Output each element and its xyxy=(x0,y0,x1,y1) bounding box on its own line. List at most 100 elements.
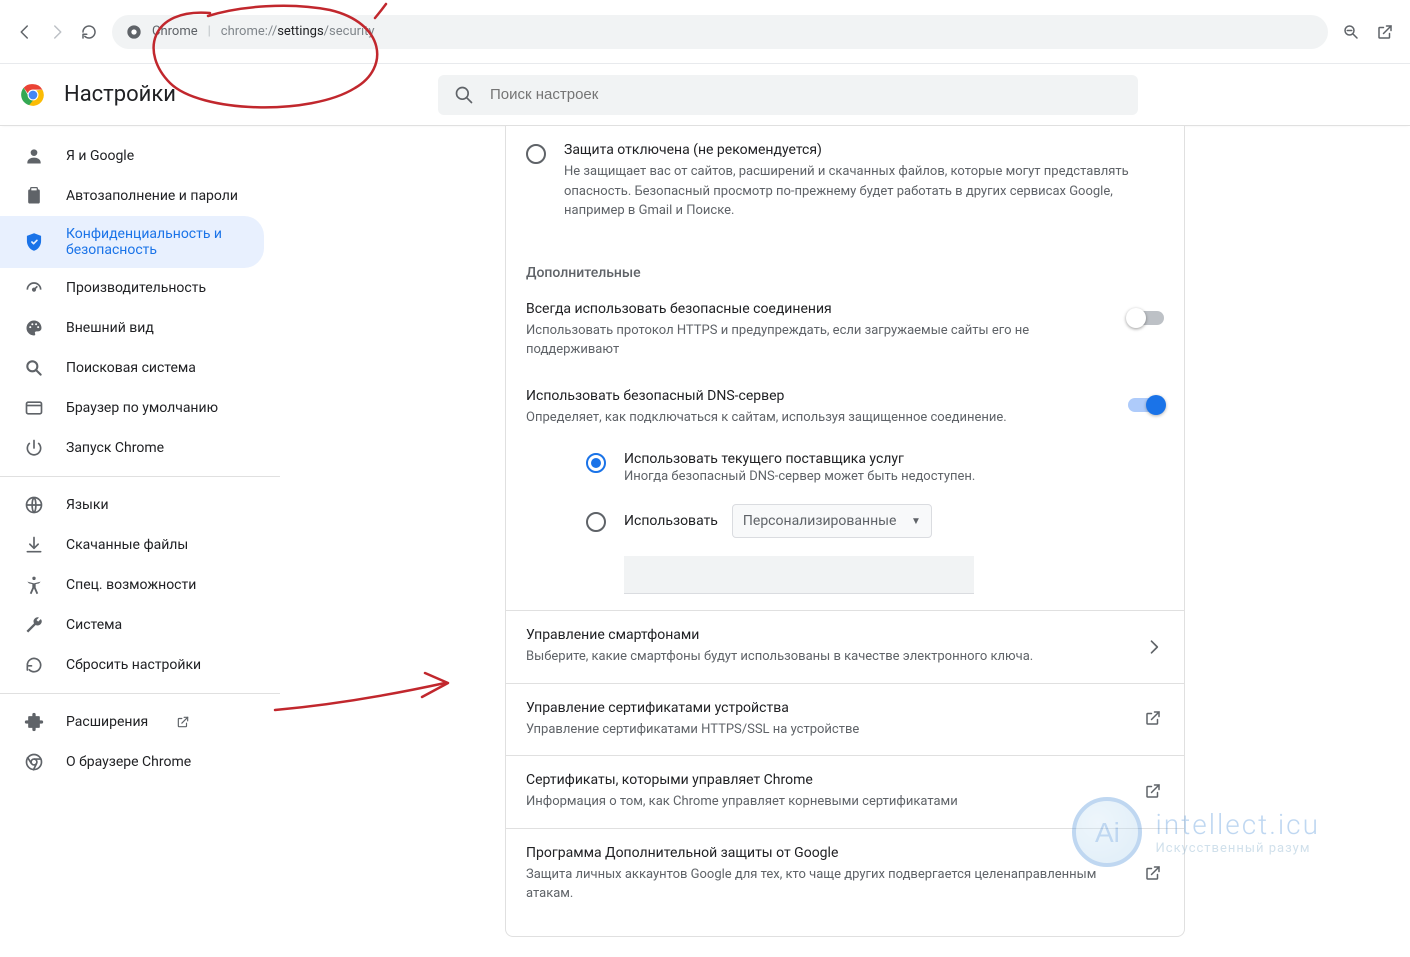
external-link-icon xyxy=(176,715,190,729)
sidebar-item-you-and-google[interactable]: Я и Google xyxy=(0,136,264,176)
sidebar-item-reset[interactable]: Сбросить настройки xyxy=(0,645,264,685)
sidebar-item-accessibility[interactable]: Спец. возможности xyxy=(0,565,264,605)
external-link-icon xyxy=(1144,864,1164,884)
address-bar[interactable]: Chrome | chrome://settings/security xyxy=(112,15,1328,49)
sidebar-item-performance[interactable]: Производительность xyxy=(0,268,264,308)
page-title: Настройки xyxy=(64,82,424,107)
row-description: Информация о том, как Chrome управляет к… xyxy=(526,792,958,812)
external-link-icon xyxy=(1144,709,1164,729)
search-icon xyxy=(454,85,474,105)
dns-provider-dropdown[interactable]: Персонализированные ▼ xyxy=(732,504,932,538)
sidebar-item-label: Система xyxy=(66,617,122,633)
sidebar-item-system[interactable]: Система xyxy=(0,605,264,645)
sidebar-item-label: Я и Google xyxy=(66,148,134,164)
window-icon xyxy=(24,398,44,418)
accessibility-icon xyxy=(24,575,44,595)
row-description: Определяет, как подключаться к сайтам, и… xyxy=(526,408,1007,428)
option-description: Не защищает вас от сайтов, расширений и … xyxy=(564,162,1164,221)
option-label: Использовать xyxy=(624,513,718,529)
sidebar-item-label: Браузер по умолчанию xyxy=(66,400,218,416)
main-content: Защита отключена (не рекомендуется) Не з… xyxy=(280,126,1410,957)
sidebar-item-label: Внешний вид xyxy=(66,320,154,336)
option-title: Использовать текущего поставщика услуг xyxy=(624,451,975,467)
row-title: Всегда использовать безопасные соединени… xyxy=(526,301,1112,317)
settings-search-input[interactable] xyxy=(488,85,1122,104)
sidebar-item-label: Автозаполнение и пароли xyxy=(66,188,238,204)
sidebar-item-downloads[interactable]: Скачанные файлы xyxy=(0,525,264,565)
sidebar-divider xyxy=(0,693,280,694)
reload-button[interactable] xyxy=(80,23,98,41)
sidebar-item-languages[interactable]: Языки xyxy=(0,485,264,525)
secure-dns-row: Использовать безопасный DNS-сервер Опред… xyxy=(506,374,1184,442)
row-description: Управление сертификатами HTTPS/SSL на ус… xyxy=(526,720,859,740)
row-description: Использовать протокол HTTPS и предупрежд… xyxy=(526,321,1112,360)
chrome-logo-icon xyxy=(126,24,142,40)
chrome-managed-certificates-row[interactable]: Сертификаты, которыми управляет Chrome И… xyxy=(506,755,1184,828)
sidebar-item-label: Языки xyxy=(66,497,109,513)
sidebar-item-appearance[interactable]: Внешний вид xyxy=(0,308,264,348)
sidebar-item-label: Поисковая система xyxy=(66,360,196,376)
power-icon xyxy=(24,438,44,458)
sidebar: Я и Google Автозаполнение и пароли Конфи… xyxy=(0,126,280,957)
download-icon xyxy=(24,535,44,555)
share-icon[interactable] xyxy=(1376,23,1394,41)
wrench-icon xyxy=(24,615,44,635)
secure-dns-toggle[interactable] xyxy=(1128,398,1164,412)
manage-device-certificates-row[interactable]: Управление сертификатами устройства Упра… xyxy=(506,683,1184,756)
zoom-icon[interactable] xyxy=(1342,23,1360,41)
omnibox-label: Chrome xyxy=(152,24,198,39)
chrome-product-icon xyxy=(20,82,46,108)
back-button[interactable] xyxy=(16,23,34,41)
advanced-section-label: Дополнительные xyxy=(506,245,1184,287)
search-icon xyxy=(24,358,44,378)
advanced-protection-row[interactable]: Программа Дополнительной защиты от Googl… xyxy=(506,828,1184,920)
omnibox-separator: | xyxy=(208,24,211,39)
no-protection-option[interactable]: Защита отключена (не рекомендуется) Не з… xyxy=(506,126,1184,245)
person-icon xyxy=(24,146,44,166)
external-link-icon xyxy=(1144,782,1164,802)
sidebar-item-extensions[interactable]: Расширения xyxy=(0,702,264,742)
sidebar-item-label: Сбросить настройки xyxy=(66,657,201,673)
dns-custom-option[interactable]: Использовать Персонализированные ▼ xyxy=(586,494,1164,548)
sidebar-item-default-browser[interactable]: Браузер по умолчанию xyxy=(0,388,264,428)
chevron-down-icon: ▼ xyxy=(911,516,921,527)
dropdown-value: Персонализированные xyxy=(743,513,897,529)
radio-button[interactable] xyxy=(586,453,606,473)
chrome-outline-icon xyxy=(24,752,44,772)
sidebar-divider xyxy=(0,476,280,477)
sidebar-item-about-chrome[interactable]: О браузере Chrome xyxy=(0,742,264,782)
sidebar-item-label: Расширения xyxy=(66,714,148,730)
settings-card: Защита отключена (не рекомендуется) Не з… xyxy=(505,126,1185,937)
option-title: Защита отключена (не рекомендуется) xyxy=(564,142,1164,158)
clipboard-icon xyxy=(24,186,44,206)
settings-search[interactable] xyxy=(438,75,1138,115)
omnibox-url: chrome://settings/security xyxy=(221,24,375,39)
sidebar-item-privacy-security[interactable]: Конфиденциальность и безопасность xyxy=(0,216,264,268)
dns-custom-input[interactable] xyxy=(624,556,974,594)
sidebar-item-on-startup[interactable]: Запуск Chrome xyxy=(0,428,264,468)
extension-icon xyxy=(24,712,44,732)
chevron-right-icon xyxy=(1144,637,1164,657)
globe-icon xyxy=(24,495,44,515)
row-title: Использовать безопасный DNS-сервер xyxy=(526,388,1007,404)
sidebar-item-search-engine[interactable]: Поисковая система xyxy=(0,348,264,388)
dns-sub-options: Использовать текущего поставщика услуг И… xyxy=(506,441,1184,610)
dns-current-provider-option[interactable]: Использовать текущего поставщика услуг И… xyxy=(586,441,1164,494)
row-title: Сертификаты, которыми управляет Chrome xyxy=(526,772,958,788)
sidebar-item-label: Конфиденциальность и безопасность xyxy=(66,226,240,258)
manage-phones-row[interactable]: Управление смартфонами Выберите, какие с… xyxy=(506,610,1184,683)
row-title: Управление сертификатами устройства xyxy=(526,700,859,716)
radio-button[interactable] xyxy=(586,512,606,532)
always-https-toggle[interactable] xyxy=(1128,311,1164,325)
sidebar-item-label: О браузере Chrome xyxy=(66,754,191,770)
row-description: Выберите, какие смартфоны будут использо… xyxy=(526,647,1033,667)
sidebar-item-label: Скачанные файлы xyxy=(66,537,188,553)
radio-button[interactable] xyxy=(526,144,546,164)
row-description: Защита личных аккаунтов Google для тех, … xyxy=(526,865,1128,904)
palette-icon xyxy=(24,318,44,338)
reset-icon xyxy=(24,655,44,675)
sidebar-item-autofill[interactable]: Автозаполнение и пароли xyxy=(0,176,264,216)
sidebar-item-label: Запуск Chrome xyxy=(66,440,164,456)
forward-button[interactable] xyxy=(48,23,66,41)
row-title: Программа Дополнительной защиты от Googl… xyxy=(526,845,1128,861)
